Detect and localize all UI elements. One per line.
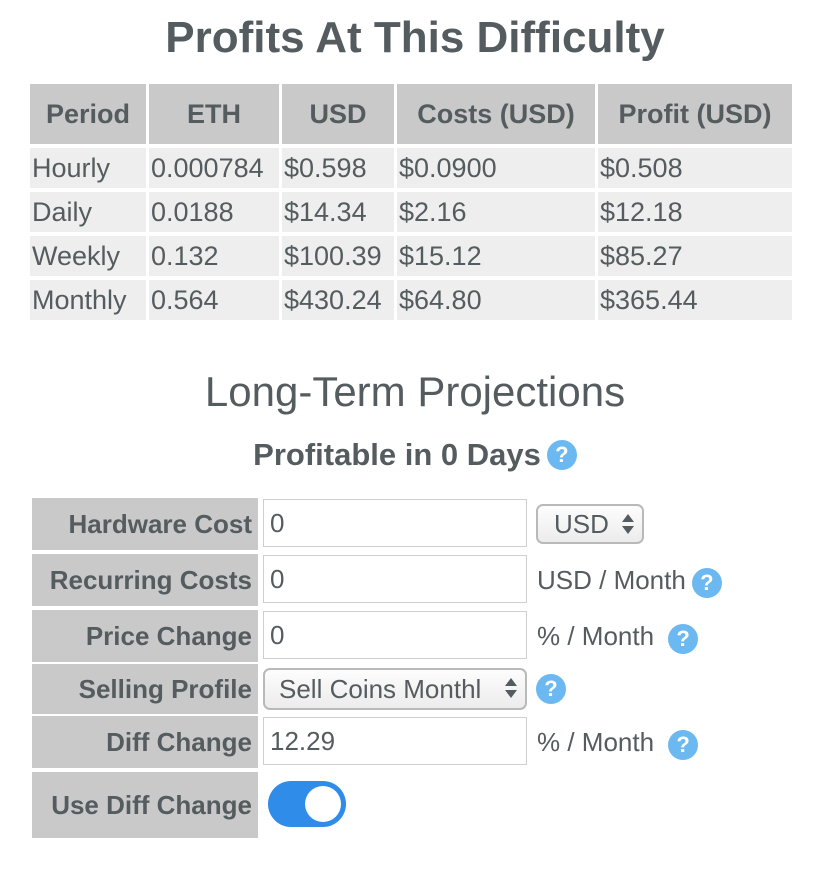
profits-title: Profits At This Difficulty <box>165 13 665 62</box>
profitable-summary: Profitable in 0 Days? <box>0 433 820 477</box>
selling-profile-select[interactable]: Sell Coins Monthl <box>263 668 527 710</box>
cell-usd: $14.34 <box>282 192 394 232</box>
currency-select[interactable]: USD <box>536 504 644 544</box>
diff-change-unit: % / Month? <box>537 716 699 768</box>
cell-costs: $64.80 <box>397 280 595 320</box>
selling-profile-value: Sell Coins Monthl <box>279 674 482 704</box>
profits-table: Period ETH USD Costs (USD) Profit (USD) … <box>27 80 795 324</box>
use-diff-change-label: Use Diff Change <box>32 772 258 838</box>
recurring-costs-label: Recurring Costs <box>32 554 258 606</box>
selling-profile-label: Selling Profile <box>32 664 258 714</box>
cell-profit: $365.44 <box>598 280 792 320</box>
hardware-cost-input[interactable] <box>263 499 527 547</box>
cell-usd: $100.39 <box>282 236 394 276</box>
cell-profit: $12.18 <box>598 192 792 232</box>
page: Profits At This Difficulty Period ETH US… <box>0 0 820 876</box>
cell-profit: $0.508 <box>598 148 792 188</box>
table-row: Monthly 0.564 $430.24 $64.80 $365.44 <box>30 280 792 320</box>
recurring-costs-input[interactable] <box>263 555 527 603</box>
col-header-costs: Costs (USD) <box>397 84 595 144</box>
diff-change-input[interactable] <box>263 717 527 765</box>
cell-usd: $430.24 <box>282 280 394 320</box>
cell-period: Hourly <box>30 148 146 188</box>
help-icon[interactable]: ? <box>668 730 699 760</box>
table-row: Weekly 0.132 $100.39 $15.12 $85.27 <box>30 236 792 276</box>
col-header-period: Period <box>30 84 146 144</box>
cell-usd: $0.598 <box>282 148 394 188</box>
cell-period: Daily <box>30 192 146 232</box>
price-change-label: Price Change <box>32 610 258 662</box>
cell-costs: $0.0900 <box>397 148 595 188</box>
profitable-days: 0 Days <box>440 437 541 472</box>
recurring-costs-unit: USD / Month? <box>537 554 722 606</box>
price-change-unit: % / Month? <box>537 610 699 662</box>
use-diff-change-toggle[interactable] <box>268 781 346 827</box>
help-icon[interactable]: ? <box>691 568 722 598</box>
help-icon[interactable]: ? <box>546 440 577 470</box>
recurring-costs-unit-text: USD / Month <box>537 565 686 595</box>
cell-eth: 0.0188 <box>149 192 279 232</box>
col-header-profit: Profit (USD) <box>598 84 792 144</box>
cell-eth: 0.132 <box>149 236 279 276</box>
col-header-usd: USD <box>282 84 394 144</box>
cell-profit: $85.27 <box>598 236 792 276</box>
cell-period: Monthly <box>30 280 146 320</box>
table-row: Daily 0.0188 $14.34 $2.16 $12.18 <box>30 192 792 232</box>
profits-header-row: Period ETH USD Costs (USD) Profit (USD) <box>30 84 792 144</box>
cell-costs: $15.12 <box>397 236 595 276</box>
help-icon[interactable]: ? <box>668 624 699 654</box>
cell-eth: 0.000784 <box>149 148 279 188</box>
profitable-prefix: Profitable in <box>253 437 441 472</box>
price-change-unit-text: % / Month <box>537 621 655 651</box>
currency-select-value: USD <box>554 509 609 539</box>
table-row: Hourly 0.000784 $0.598 $0.0900 $0.508 <box>30 148 792 188</box>
hardware-cost-label: Hardware Cost <box>32 498 258 550</box>
price-change-input[interactable] <box>263 611 527 659</box>
cell-eth: 0.564 <box>149 280 279 320</box>
col-header-eth: ETH <box>149 84 279 144</box>
diff-change-unit-text: % / Month <box>537 727 655 757</box>
diff-change-label: Diff Change <box>32 716 258 768</box>
help-icon[interactable]: ? <box>536 674 566 704</box>
select-arrows-icon <box>622 514 634 534</box>
select-arrows-icon <box>505 678 517 698</box>
projections-title: Long-Term Projections <box>204 368 626 415</box>
cell-costs: $2.16 <box>397 192 595 232</box>
toggle-knob <box>305 786 341 822</box>
cell-period: Weekly <box>30 236 146 276</box>
